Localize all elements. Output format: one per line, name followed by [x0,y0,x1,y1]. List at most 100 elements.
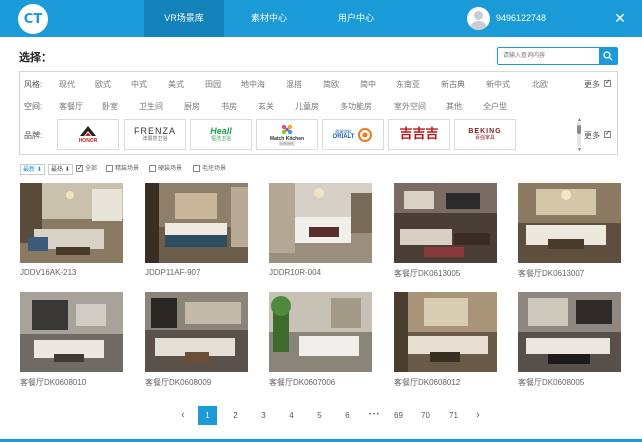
checkbox[interactable] [193,164,200,172]
brand-match-kitchen[interactable]: Match Kitchen 丽格橱柜 [256,119,318,150]
prev-page-button[interactable]: ‹ [176,406,190,425]
search-icon [603,51,613,61]
brand-name: Heall [210,126,232,136]
style-label: 风格: [24,80,43,89]
style-option[interactable]: 田园 [205,79,221,90]
tag-label: 全部 [85,166,98,172]
sort-arrow-icon: ⬇ [64,167,70,173]
brand-honor[interactable]: HONOR [57,119,119,150]
brand-name: FRENZA [134,126,176,136]
scene-thumbnail [518,292,621,372]
tag-hard-decoration[interactable]: 硬装场景 [149,164,182,175]
select-label: 选择： [19,52,52,64]
brand-more-checkbox[interactable] [604,129,611,138]
brand-heall[interactable]: Heall 恒洁卫浴 [190,119,252,150]
sort-newest-button[interactable]: 最新 ⬇ [20,164,45,175]
scene-thumbnail [394,292,497,372]
space-option[interactable]: 书房 [221,101,237,112]
page-button[interactable]: 3 [254,406,273,425]
style-option[interactable]: 新中式 [486,79,510,90]
scene-label: 客餐厅DK0608009 [145,378,212,387]
tag-rough[interactable]: 毛坯场景 [193,164,226,175]
app-logo[interactable]: CT [18,4,48,34]
scene-label: 客餐厅DK0608005 [518,378,585,387]
scene-label: JDDV16AK-213 [20,268,77,277]
top-bar: CT VR场景库 素材中心 用户中心 9496122748 ✕ [0,0,642,37]
style-option[interactable]: 现代 [59,79,75,90]
brand-sub: 恒洁卫浴 [210,136,231,142]
brand-orialt[interactable]: 欧瑞涂料 ORIALT [322,119,384,150]
page-button[interactable]: 4 [282,406,301,425]
style-option[interactable]: 东南亚 [396,79,420,90]
username[interactable]: 9496122748 [496,0,546,37]
brand-more-label[interactable]: 更多 [584,130,600,141]
search-input[interactable] [498,48,600,64]
close-icon[interactable]: ✕ [612,10,628,26]
scene-thumbnail [269,183,372,263]
scene-thumbnail [145,292,248,372]
brand-sub: 法恩莎卫浴 [142,136,168,142]
style-option[interactable]: 简欧 [323,79,339,90]
page-button[interactable]: 70 [416,406,435,425]
sort-hottest-label: 最热 [51,167,64,173]
style-option[interactable]: 新古典 [441,79,465,90]
brand-name: 吉吉吉 [399,127,439,142]
style-option[interactable]: 欧式 [95,79,111,90]
space-option[interactable]: 其他 [446,101,462,112]
page-button[interactable]: 2 [226,406,245,425]
page-button[interactable]: 5 [310,406,329,425]
space-option[interactable]: 儿童房 [295,101,319,112]
page-button[interactable]: 69 [389,406,408,425]
scene-label: 客餐厅DK0608012 [394,378,461,387]
tag-all[interactable]: 全部 [76,163,98,175]
style-option[interactable]: 混搭 [286,79,302,90]
space-option[interactable]: 厨房 [184,101,200,112]
style-option[interactable]: 简中 [360,79,376,90]
space-option[interactable]: 多功能房 [340,101,372,112]
tag-label: 毛坯场景 [202,166,227,172]
brand-beking[interactable]: BEKING 百强家具 [454,119,516,150]
space-option[interactable]: 卫生间 [139,101,163,112]
tag-label: 硬装场景 [158,166,183,172]
page-button[interactable]: 71 [444,406,463,425]
page-button[interactable]: 1 [198,406,217,425]
scroll-down-icon[interactable]: ▼ [577,147,582,153]
brand-frenza[interactable]: FRENZA 法恩莎卫浴 [124,119,186,150]
scrollbar-thumb[interactable] [577,125,581,134]
sort-newest-label: 最新 [23,167,36,173]
space-option[interactable]: 卧室 [102,101,118,112]
search-button[interactable] [599,48,617,64]
checkbox[interactable] [106,164,113,172]
match-kitchen-logo-icon [281,124,293,135]
style-option[interactable]: 中式 [131,79,147,90]
tab-user-center[interactable]: 用户中心 [314,0,398,37]
tab-vr-scene-library[interactable]: VR场景库 [144,0,224,37]
checkbox[interactable] [149,164,156,172]
style-option[interactable]: 地中海 [241,79,265,90]
brand-name: ORIALT [332,133,355,140]
brand-sub: 丽格橱柜 [278,141,295,146]
orialt-logo-icon [358,127,373,142]
style-option[interactable]: 美式 [168,79,184,90]
next-page-button[interactable]: › [471,406,485,425]
space-option[interactable]: 客餐厅 [59,101,83,112]
style-more-checkbox[interactable] [604,78,611,87]
page-button[interactable]: 6 [338,406,357,425]
avatar[interactable] [467,7,490,30]
scene-thumbnail [20,183,123,263]
space-option[interactable]: 全户型 [483,101,507,112]
brand-scrollbar[interactable] [577,122,581,147]
sort-hottest-button[interactable]: 最热 ⬇ [48,164,73,175]
space-option[interactable]: 室外空间 [394,101,426,112]
space-label: 空间: [24,102,43,111]
style-option[interactable]: 北欧 [532,79,548,90]
checkbox[interactable] [76,163,83,174]
scene-thumbnail [394,183,497,263]
space-option[interactable]: 玄关 [258,101,274,112]
brand-chinese[interactable]: 吉吉吉 [388,119,450,150]
tag-fine-decoration[interactable]: 精装场景 [106,164,139,175]
tab-material-center[interactable]: 素材中心 [224,0,314,37]
scene-label: 客餐厅DK0608010 [20,378,87,387]
scene-label: 客餐厅DK0613007 [518,269,585,278]
style-more-label[interactable]: 更多 [584,79,600,90]
